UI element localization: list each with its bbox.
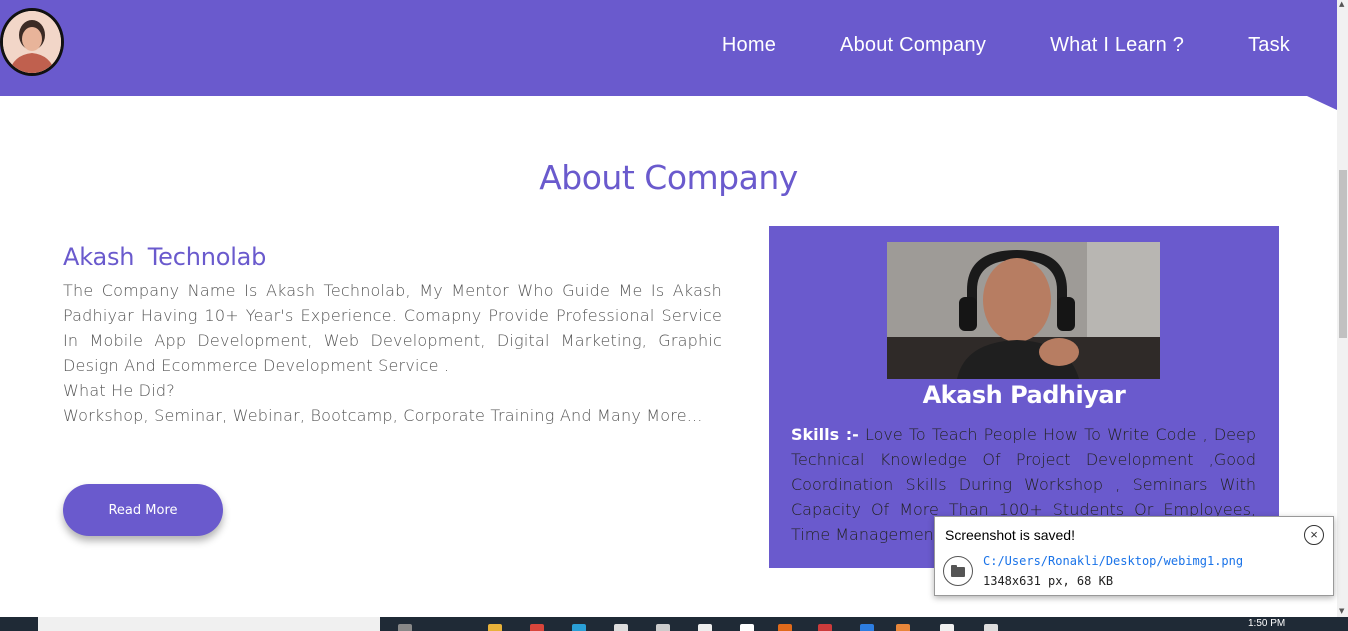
taskbar-app-icon[interactable] (398, 624, 412, 631)
mentor-portrait-icon (887, 242, 1160, 379)
company-activities: Workshop, Seminar, Webinar, Bootcamp, Co… (63, 406, 703, 425)
scrollbar-thumb[interactable] (1339, 170, 1347, 338)
screenshot-toast: Screenshot is saved! × C:/Users/Ronakli/… (934, 516, 1334, 596)
mentor-photo (887, 242, 1160, 379)
taskbar-app-icon[interactable] (778, 624, 792, 631)
mentor-name: Akash Padhiyar (922, 381, 1126, 409)
nav-about-link[interactable]: About Company (840, 34, 986, 57)
toast-file-link[interactable]: C:/Users/Ronakli/Desktop/webimg1.png (983, 554, 1243, 568)
nav-links: Home About Company What I Learn ? Task (658, 34, 1290, 57)
taskbar-app-icon[interactable] (818, 624, 832, 631)
taskbar-app-icon[interactable] (740, 624, 754, 631)
taskbar-app-icon[interactable] (860, 624, 874, 631)
folder-icon[interactable] (943, 556, 973, 586)
taskbar-search-box[interactable] (38, 617, 380, 631)
company-description: The Company Name Is Akash Technolab, My … (63, 278, 722, 428)
page-scrollbar[interactable]: ▲ ▼ (1337, 0, 1348, 617)
taskbar-clock[interactable]: 1:50 PM (1248, 618, 1285, 629)
taskbar-app-icon[interactable] (698, 624, 712, 631)
close-icon[interactable]: × (1304, 525, 1324, 545)
taskbar-app-icon[interactable] (488, 624, 502, 631)
company-name: Akash Technolab (63, 243, 267, 271)
top-navbar: Home About Company What I Learn ? Task (0, 0, 1337, 96)
toast-title: Screenshot is saved! (945, 527, 1075, 543)
avatar-portrait-icon (3, 11, 61, 73)
taskbar-app-icon[interactable] (984, 624, 998, 631)
company-paragraph: The Company Name Is Akash Technolab, My … (63, 281, 722, 375)
skills-label: Skills :- (791, 425, 859, 444)
scroll-up-arrow-icon[interactable]: ▲ (1339, 0, 1344, 8)
toast-file-info: 1348x631 px, 68 KB (983, 574, 1114, 588)
scroll-down-arrow-icon[interactable]: ▼ (1339, 607, 1344, 615)
section-title: About Company (539, 158, 798, 197)
company-question: What He Did? (63, 381, 175, 400)
taskbar-app-icon[interactable] (572, 624, 586, 631)
taskbar-app-icon[interactable] (656, 624, 670, 631)
nav-home-link[interactable]: Home (722, 34, 776, 57)
taskbar-app-icon[interactable] (614, 624, 628, 631)
nav-learn-link[interactable]: What I Learn ? (1050, 34, 1184, 57)
windows-taskbar: 1:50 PM (0, 617, 1348, 631)
taskbar-app-icon[interactable] (940, 624, 954, 631)
taskbar-app-icon[interactable] (530, 624, 544, 631)
navbar-notch (1307, 96, 1337, 110)
profile-avatar[interactable] (0, 8, 64, 76)
read-more-button[interactable]: Read More (63, 484, 223, 536)
taskbar-app-icon[interactable] (896, 624, 910, 631)
nav-task-link[interactable]: Task (1248, 34, 1290, 57)
